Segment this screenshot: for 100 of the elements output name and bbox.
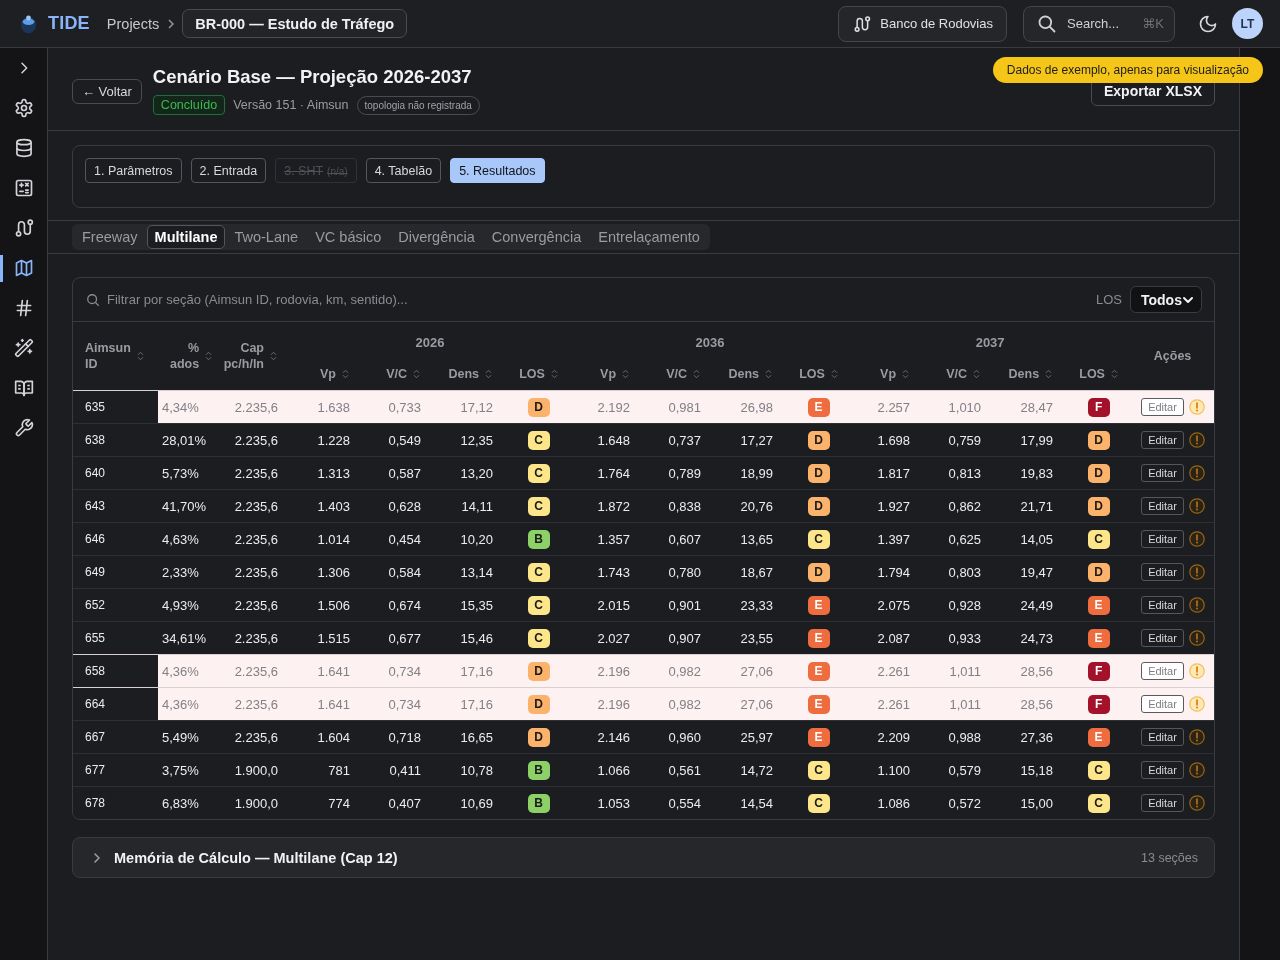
sort-header[interactable]: Cap pc/h/ln bbox=[223, 340, 277, 372]
step-button[interactable]: 1. Parâmetros bbox=[85, 158, 182, 183]
breadcrumb-link[interactable]: Projects bbox=[106, 15, 160, 32]
warning-icon bbox=[1188, 465, 1205, 481]
edit-button[interactable]: Editar bbox=[1141, 662, 1184, 680]
table-cell: 4,34% bbox=[158, 390, 211, 424]
table-cell: 1.014 bbox=[291, 522, 363, 556]
edit-button[interactable]: Editar bbox=[1141, 398, 1184, 416]
los-badge: C bbox=[527, 595, 550, 615]
table-cell: 1.100 bbox=[851, 753, 924, 787]
table-cell: 2.257 bbox=[851, 390, 924, 424]
tab[interactable]: VC básico bbox=[307, 225, 390, 249]
sort-header[interactable]: Vp bbox=[880, 367, 910, 381]
edit-button[interactable]: Editar bbox=[1141, 629, 1184, 647]
tab[interactable]: Divergência bbox=[390, 225, 483, 249]
table-cell: 14,11 bbox=[434, 489, 506, 523]
edit-button[interactable]: Editar bbox=[1141, 761, 1184, 779]
edit-button[interactable]: Editar bbox=[1141, 728, 1184, 746]
los-badge: E bbox=[807, 661, 830, 681]
table-cell: 0,960 bbox=[643, 720, 715, 754]
sort-icon bbox=[413, 369, 420, 379]
table-cell: 2.075 bbox=[851, 588, 924, 622]
user-avatar[interactable]: LT bbox=[1232, 8, 1263, 39]
table-cell: 1,010 bbox=[923, 390, 995, 424]
table-cell: 1.794 bbox=[851, 555, 924, 589]
table-cell: 0,813 bbox=[923, 456, 995, 490]
step-button[interactable]: 4. Tabelão bbox=[365, 158, 442, 183]
section-id-cell: 635 bbox=[73, 390, 158, 424]
filter-input[interactable]: Filtrar por seção (Aimsun ID, rodovia, km, sentido)... bbox=[107, 288, 1096, 311]
sort-header[interactable]: Aimsun ID bbox=[85, 340, 144, 372]
roads-database-button[interactable]: Banco de Rodovias bbox=[838, 5, 1007, 42]
tab[interactable]: Convergência bbox=[483, 225, 590, 249]
edit-button[interactable]: Editar bbox=[1141, 431, 1184, 449]
los-badge: F bbox=[1087, 397, 1110, 417]
tab[interactable]: Multilane bbox=[146, 225, 226, 249]
table-cell: 10,78 bbox=[434, 753, 506, 787]
sort-header[interactable]: V/C bbox=[666, 367, 701, 381]
step-button[interactable]: 2. Entrada bbox=[190, 158, 267, 183]
edit-button[interactable]: Editar bbox=[1141, 794, 1184, 812]
table-cell: 2.235,6 bbox=[211, 588, 291, 622]
theme-toggle[interactable] bbox=[1198, 13, 1218, 34]
table-cell: 0,587 bbox=[363, 456, 434, 490]
los-filter-select[interactable]: Todos bbox=[1130, 286, 1202, 313]
section-id-cell: 678 bbox=[73, 786, 158, 819]
logo-icon bbox=[20, 13, 37, 34]
table-cell: 15,00 bbox=[994, 786, 1067, 819]
back-button[interactable]: ← Voltar bbox=[72, 78, 142, 104]
edit-button[interactable]: Editar bbox=[1141, 497, 1184, 515]
edit-button[interactable]: Editar bbox=[1141, 464, 1184, 482]
sort-header[interactable]: LOS bbox=[1079, 367, 1118, 381]
sort-header[interactable]: Dens bbox=[1008, 367, 1053, 381]
sort-header[interactable]: Vp bbox=[320, 367, 349, 381]
table-cell: 4,36% bbox=[158, 654, 211, 688]
los-badge: C bbox=[527, 562, 550, 582]
shortcut-hint: ⌘K bbox=[1142, 16, 1164, 31]
table-cell: 0,789 bbox=[643, 456, 715, 490]
calculation-memory-toggle[interactable]: Memória de Cálculo — Multilane (Cap 12) bbox=[91, 849, 398, 866]
sort-header[interactable]: Dens bbox=[728, 367, 773, 381]
sort-header[interactable]: V/C bbox=[946, 367, 981, 381]
table-cell: 1.306 bbox=[291, 555, 363, 589]
sort-header[interactable]: LOS bbox=[519, 367, 558, 381]
table-cell: 4,36% bbox=[158, 687, 211, 721]
table-cell: 2.015 bbox=[571, 588, 644, 622]
table-cell: 23,33 bbox=[714, 588, 787, 622]
table-cell: 0,734 bbox=[363, 687, 434, 721]
table-cell: 2.146 bbox=[571, 720, 644, 754]
table-cell: 17,27 bbox=[714, 423, 787, 457]
edit-button[interactable]: Editar bbox=[1141, 596, 1184, 614]
sort-icon bbox=[1110, 369, 1118, 379]
search-button[interactable]: Search... ⌘K bbox=[1023, 5, 1175, 42]
table-cell: 0,579 bbox=[923, 753, 995, 787]
edit-button[interactable]: Editar bbox=[1141, 563, 1184, 581]
los-badge: D bbox=[527, 694, 550, 714]
tab[interactable]: Entrelaçamento bbox=[590, 225, 708, 249]
table-cell: 27,36 bbox=[994, 720, 1067, 754]
los-badge: E bbox=[807, 727, 830, 747]
edit-button[interactable]: Editar bbox=[1141, 530, 1184, 548]
los-badge: C bbox=[527, 628, 550, 648]
los-badge: E bbox=[807, 595, 830, 615]
tab[interactable]: Two-Lane bbox=[226, 225, 307, 249]
table-cell: 17,12 bbox=[434, 390, 506, 424]
los-badge: C bbox=[1087, 760, 1110, 780]
sort-header[interactable]: Vp bbox=[600, 367, 630, 381]
table-cell: 13,65 bbox=[714, 522, 787, 556]
section-id-cell: 643 bbox=[73, 489, 158, 523]
sort-header[interactable]: LOS bbox=[799, 367, 838, 381]
sort-header[interactable]: % ados bbox=[170, 340, 213, 372]
warning-icon bbox=[1188, 399, 1205, 415]
tab[interactable]: Freeway bbox=[74, 225, 146, 249]
step-button[interactable]: 5. Resultados bbox=[450, 158, 545, 183]
sort-header[interactable]: V/C bbox=[386, 367, 420, 381]
table-cell: 28,01% bbox=[158, 423, 211, 457]
moon-icon bbox=[1198, 13, 1218, 34]
table-cell: 1.872 bbox=[571, 489, 644, 523]
table-cell: 0,734 bbox=[363, 654, 434, 688]
table-cell: 1.900,0 bbox=[211, 753, 291, 787]
table-cell: 0,625 bbox=[923, 522, 995, 556]
edit-button[interactable]: Editar bbox=[1141, 695, 1184, 713]
sort-header[interactable]: Dens bbox=[448, 367, 492, 381]
project-selector[interactable]: BR-000 — Estudo de Tráfego bbox=[182, 9, 408, 38]
